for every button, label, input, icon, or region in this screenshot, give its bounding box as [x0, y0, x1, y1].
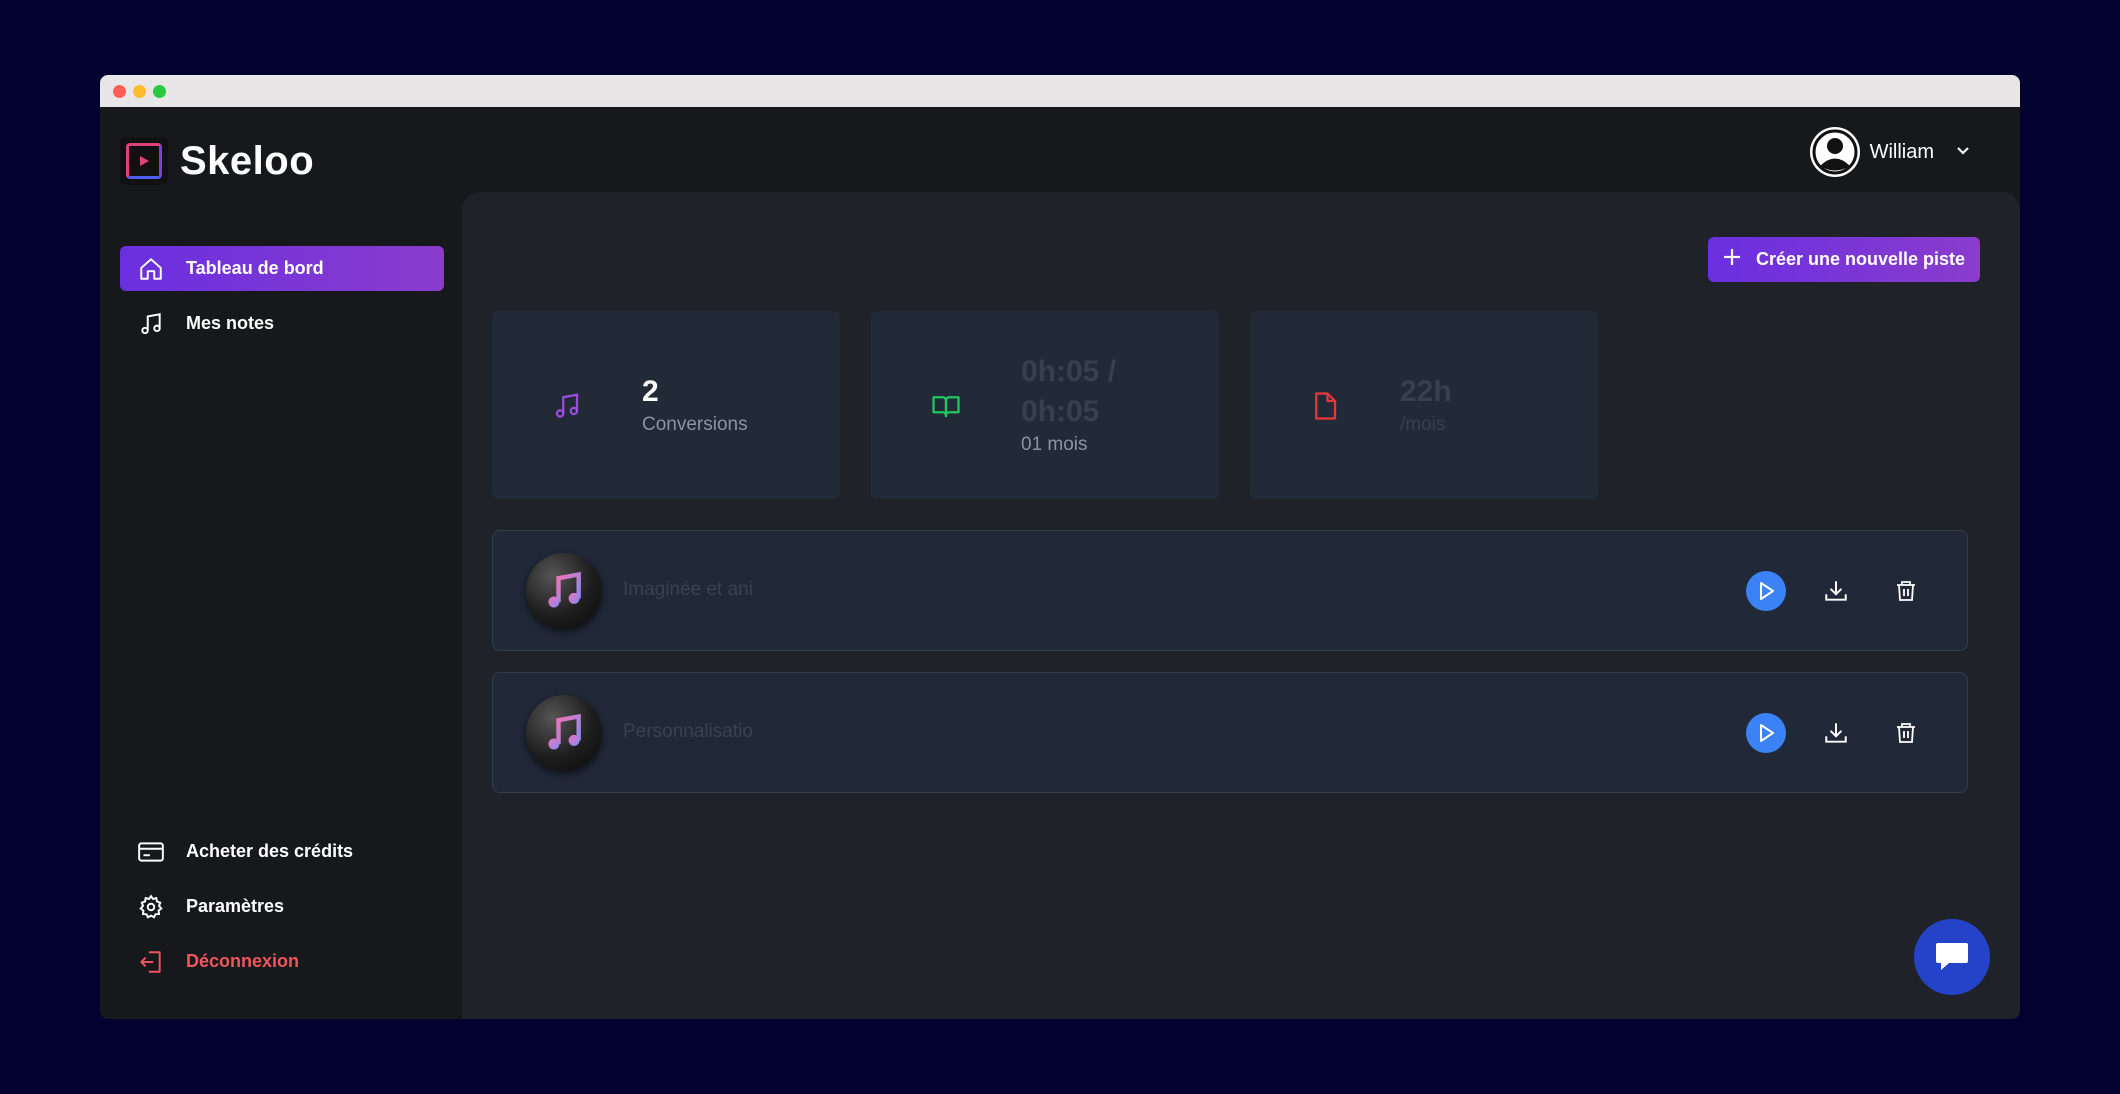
sidebar-nav-primary: Tableau de bord Mes notes: [120, 246, 444, 356]
brand-logo-icon: [120, 137, 168, 185]
logout-icon: [136, 947, 166, 977]
credit-card-icon: [136, 837, 166, 867]
trash-icon: [1897, 723, 1915, 743]
maximize-window-button[interactable]: [153, 85, 166, 98]
sidebar-item-buy-credits[interactable]: Acheter des crédits: [120, 829, 444, 874]
minimize-window-button[interactable]: [133, 85, 146, 98]
stat-label: 01 mois: [1021, 434, 1088, 455]
play-icon: [1760, 724, 1774, 742]
app-window: Skeloo William Tableau de bord Mes notes…: [100, 75, 2020, 1019]
stat-card-duration: 0h:05 / 0h:05 01 mois: [871, 311, 1219, 499]
sidebar-item-dashboard[interactable]: Tableau de bord: [120, 246, 444, 291]
chat-icon: [1936, 943, 1968, 970]
track-row[interactable]: Personnalisatio: [492, 672, 1968, 793]
app-root: Skeloo William Tableau de bord Mes notes…: [100, 107, 2020, 1019]
download-button[interactable]: [1816, 571, 1856, 611]
sidebar-item-my-notes[interactable]: Mes notes: [120, 301, 444, 346]
sidebar-item-label: Tableau de bord: [186, 258, 324, 278]
sidebar-nav-secondary: Acheter des crédits Paramètres Déconnexi…: [120, 829, 444, 994]
main-content: Créer une nouvelle piste 2 Conversions 0…: [462, 192, 2020, 1019]
brand-name: Skeloo: [180, 138, 315, 183]
user-avatar-icon: [1812, 129, 1858, 175]
music-note-icon: [136, 309, 166, 339]
play-button[interactable]: [1746, 571, 1786, 611]
play-icon: [1760, 582, 1774, 600]
music-note-icon: [552, 391, 582, 421]
track-title: Imaginée et ani: [623, 579, 753, 600]
trash-icon: [1897, 581, 1915, 601]
track-title: Personnalisatio: [623, 721, 753, 742]
sidebar-item-label: Déconnexion: [186, 951, 300, 971]
download-icon: [1825, 723, 1847, 743]
stat-value-line-2: 0h:05: [1021, 395, 1100, 428]
chevron-down-icon[interactable]: [1956, 143, 1970, 161]
play-button[interactable]: [1746, 713, 1786, 753]
sidebar-item-label: Paramètres: [186, 896, 285, 916]
sidebar-item-settings[interactable]: Paramètres: [120, 884, 444, 929]
stat-label: /mois: [1400, 414, 1446, 435]
create-track-button[interactable]: Créer une nouvelle piste: [1708, 237, 1980, 282]
plus-icon: [1722, 247, 1742, 272]
sidebar-item-label: Mes notes: [186, 313, 275, 333]
download-button[interactable]: [1816, 713, 1856, 753]
sidebar-item-logout[interactable]: Déconnexion: [120, 939, 444, 984]
stat-card-monthly-hours: 22h /mois: [1250, 311, 1598, 499]
delete-button[interactable]: [1886, 713, 1926, 753]
track-cover-icon: [526, 553, 602, 629]
home-icon: [136, 254, 166, 284]
book-icon: [931, 391, 961, 421]
stat-card-conversions: 2 Conversions: [492, 311, 840, 499]
user-name: William: [1869, 140, 1934, 163]
delete-button[interactable]: [1886, 571, 1926, 611]
window-titlebar: [100, 75, 2020, 107]
stat-value: 2: [642, 375, 659, 408]
chat-widget-button[interactable]: [1914, 919, 1990, 995]
download-icon: [1825, 581, 1847, 601]
file-icon: [1310, 391, 1340, 421]
stat-value: 22h: [1400, 375, 1452, 408]
stat-value-line-1: 0h:05 /: [1021, 355, 1117, 388]
track-row[interactable]: Imaginée et ani: [492, 530, 1968, 651]
close-window-button[interactable]: [113, 85, 126, 98]
track-cover-icon: [526, 695, 602, 771]
avatar: [1809, 127, 1860, 177]
stat-label: Conversions: [642, 414, 748, 435]
brand[interactable]: Skeloo: [120, 137, 314, 185]
user-menu[interactable]: William: [1809, 127, 1970, 177]
create-track-label: Créer une nouvelle piste: [1756, 249, 1966, 269]
sidebar-item-label: Acheter des crédits: [186, 841, 354, 861]
gear-icon: [136, 892, 166, 922]
